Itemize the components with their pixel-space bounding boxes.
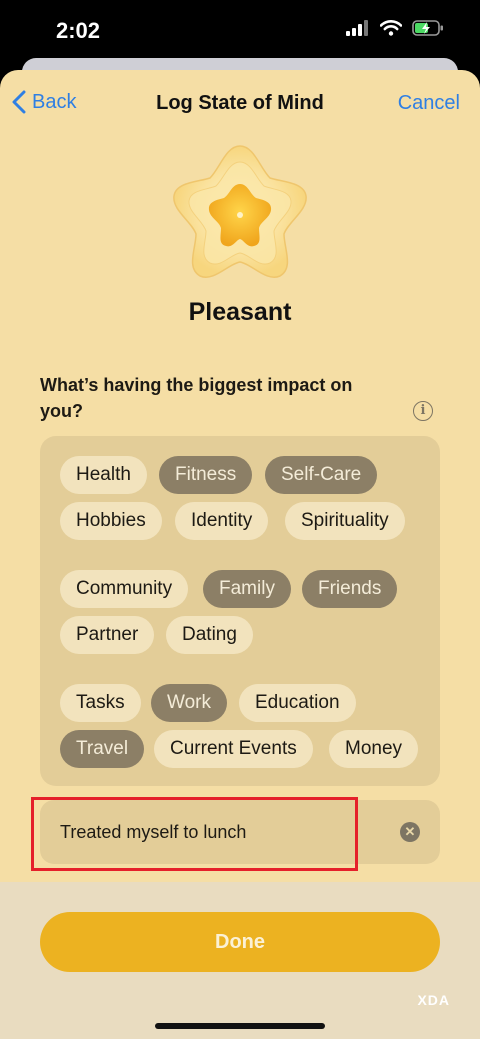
cancel-button[interactable]: Cancel bbox=[398, 92, 460, 115]
tag-identity[interactable]: Identity bbox=[175, 502, 269, 540]
mood-label: Pleasant bbox=[188, 298, 292, 326]
tag-family[interactable]: Family bbox=[203, 570, 291, 608]
home-indicator bbox=[155, 1023, 325, 1029]
pleasant-flower-icon bbox=[173, 145, 307, 278]
done-button[interactable]: Done bbox=[40, 912, 440, 972]
status-time: 2:02 bbox=[56, 18, 101, 43]
tag-tasks[interactable]: Tasks bbox=[60, 684, 141, 722]
tag-self-care[interactable]: Self-Care bbox=[265, 456, 378, 494]
cellular-signal-icon bbox=[346, 20, 368, 36]
tag-travel[interactable]: Travel bbox=[60, 730, 145, 768]
wifi-icon bbox=[380, 20, 402, 36]
tag-hobbies[interactable]: Hobbies bbox=[60, 502, 162, 540]
info-icon[interactable]: i bbox=[413, 401, 433, 421]
tag-health[interactable]: Health bbox=[60, 456, 147, 494]
status-icons bbox=[346, 20, 444, 36]
tag-spirituality[interactable]: Spirituality bbox=[285, 502, 405, 540]
tag-partner[interactable]: Partner bbox=[60, 616, 155, 654]
tag-community[interactable]: Community bbox=[60, 570, 189, 608]
tag-work[interactable]: Work bbox=[151, 684, 227, 722]
tag-education[interactable]: Education bbox=[239, 684, 356, 722]
tag-dating[interactable]: Dating bbox=[166, 616, 253, 654]
tag-fitness[interactable]: Fitness bbox=[159, 456, 253, 494]
log-state-of-mind-sheet: Back Log State of Mind Cancel Pleasant W… bbox=[0, 70, 480, 1039]
tag-current-events[interactable]: Current Events bbox=[154, 730, 313, 768]
impact-question: What’s having the biggest impact on you? bbox=[40, 375, 353, 421]
tag-friends[interactable]: Friends bbox=[302, 570, 398, 608]
status-bar: 2:02 bbox=[0, 0, 480, 62]
battery-charging-icon bbox=[412, 20, 443, 36]
clear-icon[interactable]: ✕ bbox=[400, 822, 420, 842]
annotation-highlight-box bbox=[31, 797, 358, 871]
xda-watermark: XDA bbox=[417, 992, 450, 1008]
impact-tags-card: Health Fitness Self-Care Hobbies Identit… bbox=[40, 436, 440, 786]
tag-money[interactable]: Money bbox=[329, 730, 419, 768]
